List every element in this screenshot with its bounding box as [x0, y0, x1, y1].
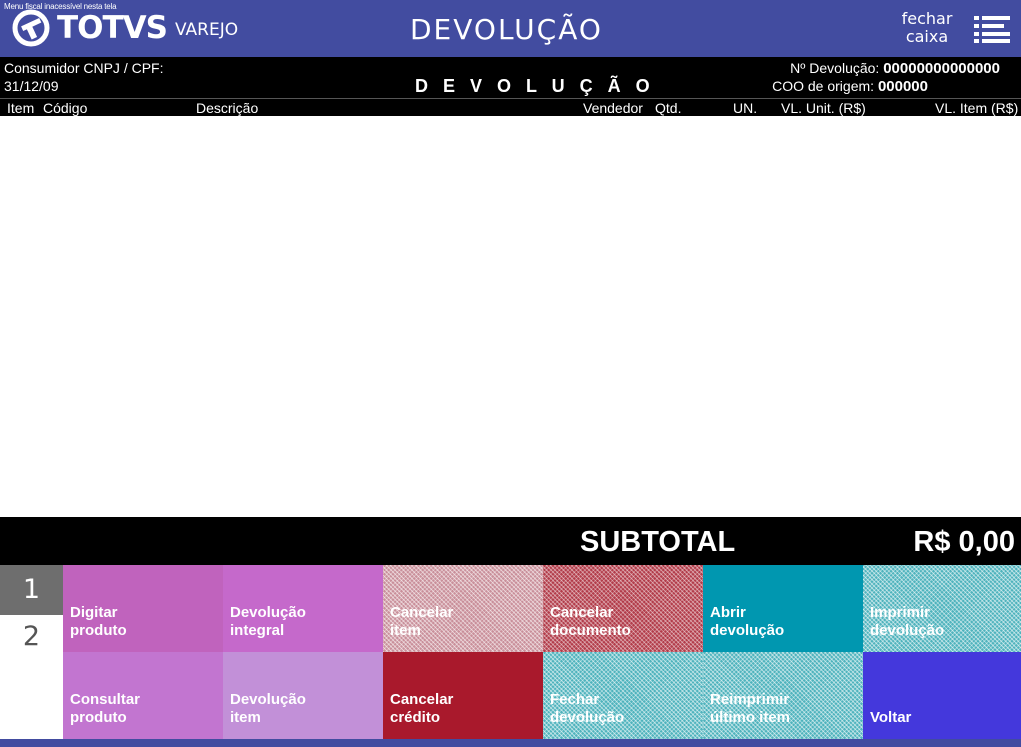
devolution-title: D E V O L U Ç Ã O	[415, 76, 655, 96]
coo-origin: COO de origem: 000000	[772, 78, 928, 95]
page-tab-2[interactable]: 2	[0, 615, 63, 739]
column-header-seller: Vendedor	[583, 100, 643, 116]
items-list[interactable]	[0, 116, 1021, 517]
logo-text: TOTVS	[57, 10, 168, 46]
coo-origin-value: 000000	[877, 78, 928, 95]
document-info-bar: Consumidor CNPJ / CPF: 31/12/09 D E V O …	[0, 57, 1021, 116]
close-register-label-2: caixa	[905, 27, 949, 46]
voltar-label: Voltar	[870, 709, 912, 726]
digitar-produto-label: Digitar produto	[70, 604, 127, 639]
cancelar-item-label: Cancelar item	[390, 604, 454, 639]
consumer-label: Consumidor CNPJ / CPF:	[4, 60, 164, 76]
imprimir-devolucao-label: Imprimir devolução	[870, 604, 945, 639]
fechar-devolucao-button[interactable]: Fechar devolução	[543, 652, 703, 739]
reimprimir-ultimo-item-button[interactable]: Reimprimir último item	[703, 652, 863, 739]
page-tab-1[interactable]: 1	[0, 565, 63, 615]
coo-origin-label: COO de origem:	[772, 78, 875, 94]
subtotal-bar: SUBTOTAL R$ 0,00	[0, 517, 1021, 565]
imprimir-devolucao-button[interactable]: Imprimir devolução	[863, 565, 1021, 652]
cancelar-documento-button[interactable]: Cancelar documento	[543, 565, 703, 652]
column-header-unit-value: VL. Unit. (R$)	[781, 100, 866, 116]
cancelar-credito-button[interactable]: Cancelar crédito	[383, 652, 543, 739]
logo-subtext: VAREJO	[174, 19, 239, 40]
digitar-produto-button[interactable]: Digitar produto	[63, 565, 223, 652]
close-register-label-1: fechar	[901, 9, 953, 28]
devolucao-integral-button[interactable]: Devolução integral	[223, 565, 383, 652]
devolution-number-label: Nº Devolução:	[790, 60, 880, 76]
divider	[0, 98, 1021, 99]
consultar-produto-label: Consultar produto	[70, 691, 141, 726]
document-date: 31/12/09	[4, 78, 59, 94]
consultar-produto-button[interactable]: Consultar produto	[63, 652, 223, 739]
column-header-item: Item	[7, 100, 35, 116]
column-header-qty: Qtd.	[655, 100, 682, 116]
fechar-devolucao-label: Fechar devolução	[550, 691, 625, 726]
voltar-button[interactable]: Voltar	[863, 652, 1021, 739]
devolution-number-value: 00000000000000	[883, 60, 1000, 77]
close-register-button[interactable]: fechar caixa	[896, 10, 958, 46]
devolucao-item-button[interactable]: Devolução item	[223, 652, 383, 739]
column-header-code: Código	[43, 100, 88, 116]
subtotal-value: R$ 0,00	[913, 526, 1015, 558]
devolution-number: Nº Devolução: 00000000000000	[790, 60, 1000, 77]
totvs-logo-icon	[12, 9, 50, 47]
devolucao-integral-label: Devolução integral	[230, 604, 306, 639]
subtotal-label: SUBTOTAL	[580, 526, 736, 558]
page-title: DEVOLUÇÃO	[410, 13, 603, 46]
cancelar-credito-label: Cancelar crédito	[390, 691, 454, 726]
column-header-description: Descrição	[196, 100, 259, 116]
totvs-logo: TOTVS VAREJO	[12, 9, 238, 47]
reimprimir-ultimo-item-label: Reimprimir último item	[710, 691, 791, 726]
abrir-devolucao-label: Abrir devolução	[710, 604, 785, 639]
cancelar-documento-label: Cancelar documento	[550, 604, 631, 639]
app-header: Menu fiscal inacessível nesta tela TOTVS…	[0, 0, 1021, 57]
column-header-item-value: VL. Item (R$)	[935, 100, 1019, 116]
devolucao-item-label: Devolução item	[230, 691, 306, 726]
menu-list-icon[interactable]	[972, 15, 1012, 43]
cancelar-item-button[interactable]: Cancelar item	[383, 565, 543, 652]
bottom-strip	[0, 739, 1021, 747]
abrir-devolucao-button[interactable]: Abrir devolução	[703, 565, 863, 652]
column-header-unit: UN.	[733, 100, 758, 116]
